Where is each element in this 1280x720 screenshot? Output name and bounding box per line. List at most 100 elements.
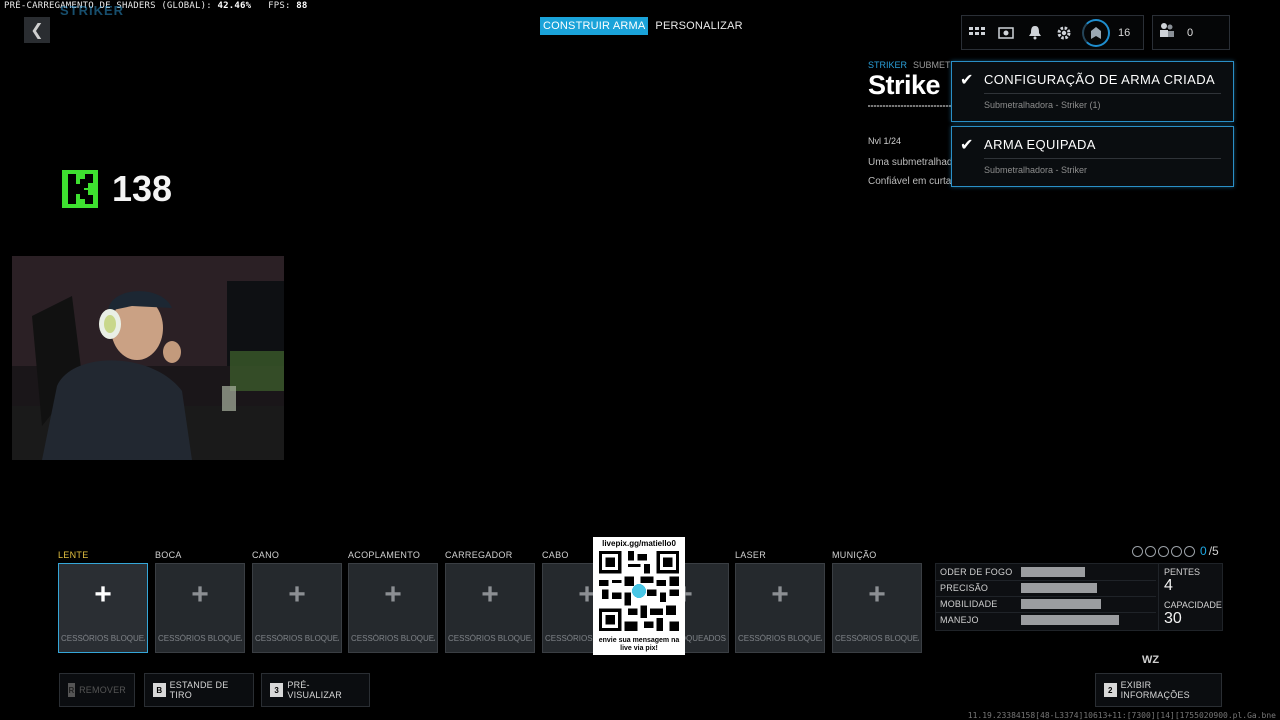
stat-row: MANEJO — [940, 613, 1119, 627]
plus-icon: + — [191, 578, 209, 611]
stat-bar — [1021, 583, 1157, 593]
rank-level: 16 — [1118, 26, 1131, 39]
attachment-slot-laser[interactable]: + CESSÓRIOS BLOQUEADOS — [735, 563, 825, 653]
attachment-pip — [1171, 545, 1182, 557]
preview-label: PRÉ-VISUALIZAR — [287, 680, 342, 700]
qr-code-image — [599, 551, 679, 631]
slot-locked-text: CESSÓRIOS BLOQUEADOS — [448, 634, 532, 643]
qr-message: live via pix! — [620, 645, 658, 652]
notification-divider — [984, 93, 1221, 94]
weapon-category: STRIKER SUBMETRA — [868, 60, 963, 70]
remove-label: REMOVER — [79, 685, 126, 695]
slot-label-laser: LASER — [735, 550, 767, 560]
back-button[interactable]: ❮ — [24, 17, 50, 43]
slot-locked-text: CESSÓRIOS BLOQUEADOS — [61, 634, 145, 643]
weapon-level: Nvl 1/24 — [868, 136, 902, 146]
stat-row: ODER DE FOGO — [940, 565, 1085, 579]
slot-label-carregador: CARREGADOR — [445, 550, 513, 560]
key-hint: 3 — [270, 683, 284, 697]
kick-logo-icon — [62, 170, 98, 208]
party-box[interactable]: 0 — [1152, 15, 1230, 50]
rank-icon[interactable] — [1082, 18, 1110, 47]
attachment-slot-acoplamento[interactable]: + CESSÓRIOS BLOQUEADOS — [348, 563, 438, 653]
fps-value: 88 — [296, 1, 308, 11]
notification-subtitle: Submetralhadora - Striker (1) — [984, 100, 1101, 110]
slot-label-cano: CANO — [252, 550, 280, 560]
party-count: 0 — [1187, 26, 1194, 39]
webcam-feed — [12, 256, 284, 460]
build-debug-string: 11.19.23384158[48-L3374]10613+11:[7300][… — [967, 711, 1276, 720]
chevron-left-icon: ❮ — [30, 22, 44, 39]
stat-fill — [1021, 615, 1119, 625]
notification-weapon-equipped: ✔ ARMA EQUIPADA Submetralhadora - Strike… — [951, 126, 1234, 187]
weapon-description-line: Confiável em curta — [868, 176, 952, 187]
stat-fill — [1021, 583, 1098, 593]
stat-name: ODER DE FOGO — [940, 567, 1013, 577]
stat-name: PRECISÃO — [940, 583, 989, 593]
grid-icon[interactable] — [962, 16, 991, 49]
fps-label: FPS: — [268, 1, 291, 11]
show-info-button[interactable]: 2 EXIBIR INFORMAÇÕES — [1095, 673, 1222, 707]
slot-locked-text: CESSÓRIOS BLOQUEADOS — [835, 634, 919, 643]
kick-viewer-count: 138 — [112, 168, 173, 209]
attachment-slot-cano[interactable]: + CESSÓRIOS BLOQUEADOS — [252, 563, 342, 653]
plus-icon: + — [771, 578, 789, 611]
stat-bar — [1021, 599, 1157, 609]
preview-button[interactable]: 3 PRÉ-VISUALIZAR — [261, 673, 370, 707]
top-tabs: CONSTRUIR ARMA PERSONALIZAR — [540, 17, 746, 35]
attachment-pip — [1184, 545, 1195, 557]
stat-bar — [1021, 567, 1157, 577]
stat-row: MOBILIDADE — [940, 597, 1102, 611]
gear-icon[interactable] — [1049, 16, 1078, 49]
slot-label-acoplamento: ACOPLAMENTO — [348, 550, 421, 560]
tab-construir-arma[interactable]: CONSTRUIR ARMA — [540, 17, 649, 35]
slot-label-cabo: CABO — [542, 550, 569, 560]
wz-tag: WZ — [1142, 654, 1160, 666]
weapon-name: Strike — [868, 70, 941, 100]
notification-weapon-created: ✔ CONFIGURAÇÃO DE ARMA CRIADA Submetralh… — [951, 61, 1234, 122]
notification-subtitle: Submetralhadora - Striker — [984, 165, 1088, 175]
notification-divider — [984, 158, 1221, 159]
attachment-slot-municao[interactable]: + CESSÓRIOS BLOQUEADOS — [832, 563, 922, 653]
weapon-stats-panel: ODER DE FOGO PRECISÃO MOBILIDADE MANEJO … — [935, 563, 1223, 631]
check-icon: ✔ — [960, 137, 974, 154]
capacity-label: CAPACIDADE — [1164, 600, 1222, 610]
slot-locked-text: CESSÓRIOS BLOQUEADOS — [738, 634, 822, 643]
key-hint: 2 — [1104, 683, 1117, 697]
stat-bar — [1021, 615, 1157, 625]
firing-range-label: ESTANDE DE TIRO — [169, 680, 229, 700]
camera-icon[interactable] — [991, 16, 1020, 49]
plus-icon: + — [94, 578, 112, 611]
plus-icon: + — [868, 578, 886, 611]
qr-message: envie sua mensagem na — [598, 637, 680, 644]
attachment-slot-boca[interactable]: + CESSÓRIOS BLOQUEADOS — [155, 563, 245, 653]
weapon-name-underline — [868, 105, 954, 107]
attachment-slot-carregador[interactable]: + CESSÓRIOS BLOQUEADOS — [445, 563, 535, 653]
stat-name: MANEJO — [940, 615, 979, 625]
attachment-count-max: /5 — [1208, 544, 1219, 558]
check-icon: ✔ — [960, 72, 974, 89]
attachment-counter: 0/5 — [1132, 544, 1219, 558]
slot-label-boca: BOCA — [155, 550, 182, 560]
stat-fill — [1021, 567, 1085, 577]
shader-value: 42.46% — [217, 1, 252, 11]
remove-button[interactable]: R REMOVER — [59, 673, 135, 707]
plus-icon: + — [481, 578, 499, 611]
key-hint: R — [68, 683, 76, 697]
attachment-slot-lente[interactable]: + CESSÓRIOS BLOQUEADOS — [58, 563, 148, 653]
weapon-name-tag: STRIKER — [868, 60, 908, 70]
notification-title: CONFIGURAÇÃO DE ARMA CRIADA — [984, 72, 1216, 87]
attachment-pip — [1145, 545, 1156, 557]
slot-label-lente: LENTE — [58, 550, 89, 560]
party-icon — [1159, 22, 1175, 43]
tab-personalizar[interactable]: PERSONALIZAR — [652, 17, 745, 35]
firing-range-button[interactable]: B ESTANDE DE TIRO — [144, 673, 254, 707]
mags-value: 4 — [1164, 577, 1173, 594]
capacity-value: 30 — [1164, 610, 1182, 627]
bell-icon[interactable] — [1020, 16, 1049, 49]
key-hint: B — [153, 683, 166, 697]
slot-locked-text: CESSÓRIOS BLOQUEADOS — [158, 634, 242, 643]
shader-preload-overlay: PRÉ-CARREGAMENTO DE SHADERS (GLOBAL): 42… — [4, 1, 307, 11]
stat-row: PRECISÃO — [940, 581, 1098, 595]
attachment-pip — [1158, 545, 1169, 557]
